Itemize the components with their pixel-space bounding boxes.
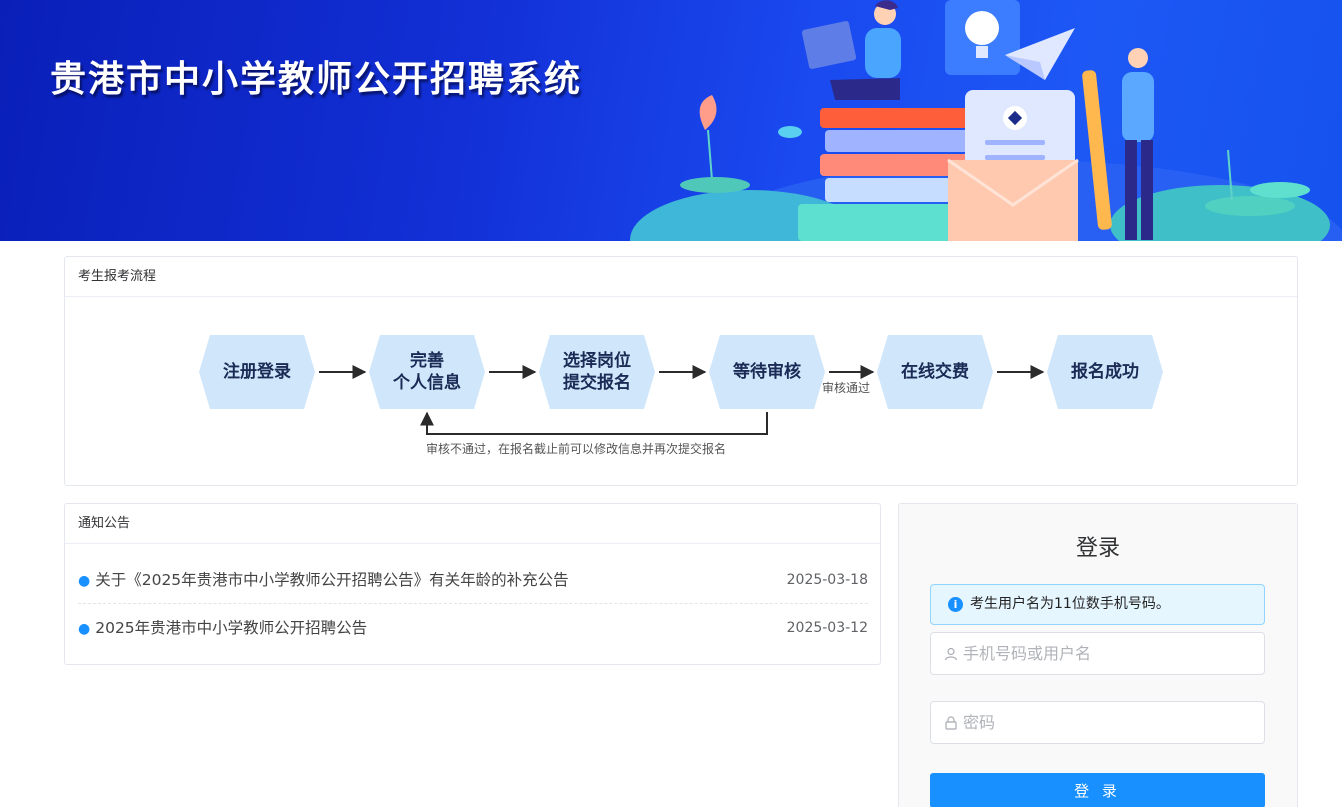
notice-title: 2025年贵港市中小学教师公开招聘公告	[95, 619, 368, 637]
username-input[interactable]	[963, 633, 1253, 674]
flow-panel-header: 考生报考流程	[65, 257, 1297, 297]
flow-step-wait-review: 等待审核	[733, 362, 801, 382]
username-field[interactable]	[930, 632, 1265, 675]
notice-date: 2025-03-18	[786, 572, 868, 588]
login-alert-text: 考生用户名为11位数手机号码。	[970, 596, 1170, 612]
info-icon: i	[948, 597, 963, 612]
bullet-icon: ●	[78, 573, 91, 589]
password-field[interactable]	[930, 701, 1265, 744]
flow-step-select-position: 选择岗位 提交报名	[563, 351, 631, 393]
flow-step-complete-info: 完善 个人信息	[393, 351, 461, 393]
notice-panel-header: 通知公告	[65, 504, 880, 544]
user-icon	[944, 647, 958, 661]
login-title: 登录	[1075, 536, 1120, 561]
rejected-note: 审核不通过，在报名截止前可以修改信息并再次提交报名	[426, 442, 727, 456]
flow-step-register: 注册登录	[223, 362, 291, 382]
lock-icon	[945, 716, 957, 730]
login-info-alert: i 考生用户名为11位数手机号码。	[930, 584, 1265, 625]
approved-label: 审核通过	[822, 381, 871, 395]
flow-step-success: 报名成功	[1071, 362, 1139, 382]
flow-return-arrow	[420, 411, 768, 435]
site-title: 贵港市中小学教师公开招聘系统	[50, 58, 583, 100]
notice-panel: 通知公告 ● 关于《2025年贵港市中小学教师公开招聘公告》有关年龄的补充公告 2…	[64, 503, 881, 665]
notice-date: 2025-03-12	[786, 620, 868, 636]
login-panel: 登录 i 考生用户名为11位数手机号码。 登 录	[898, 503, 1298, 807]
password-input[interactable]	[963, 702, 1253, 743]
notice-item[interactable]: ● 关于《2025年贵港市中小学教师公开招聘公告》有关年龄的补充公告 2025-0…	[78, 556, 868, 604]
flow-step-online-payment: 在线交费	[901, 362, 969, 382]
header-banner: 贵港市中小学教师公开招聘系统	[0, 0, 1342, 241]
banner-illustration	[630, 0, 1342, 241]
registration-flow-panel: 考生报考流程 注册登录 完善 个人信息 选择岗位 提交报名 等待审核 在线交费	[64, 256, 1298, 486]
flow-diagram: 注册登录 完善 个人信息 选择岗位 提交报名 等待审核 在线交费 报名成功 审核…	[65, 297, 1297, 485]
notice-list: ● 关于《2025年贵港市中小学教师公开招聘公告》有关年龄的补充公告 2025-0…	[65, 556, 880, 652]
bullet-icon: ●	[78, 621, 91, 637]
notice-item[interactable]: ● 2025年贵港市中小学教师公开招聘公告 2025-03-12	[78, 604, 868, 652]
notice-title: 关于《2025年贵港市中小学教师公开招聘公告》有关年龄的补充公告	[95, 571, 569, 589]
login-button[interactable]: 登 录	[930, 773, 1265, 807]
